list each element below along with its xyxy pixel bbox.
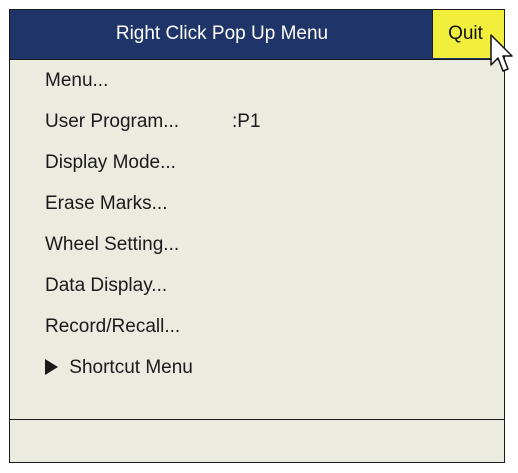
menu-item-display-mode[interactable]: Display Mode...: [10, 142, 504, 183]
menu-list: Menu... User Program... :P1 Display Mode…: [10, 60, 504, 388]
title-bar: Right Click Pop Up Menu Quit: [10, 10, 504, 60]
menu-item-label: Wheel Setting...: [45, 234, 180, 255]
menu-item-menu[interactable]: Menu...: [10, 60, 504, 101]
popup-title: Right Click Pop Up Menu: [115, 23, 329, 44]
submenu-arrow-icon: [45, 359, 58, 375]
status-bar: [10, 419, 504, 462]
menu-item-data-display[interactable]: Data Display...: [10, 265, 504, 306]
menu-item-label: Erase Marks...: [45, 193, 168, 214]
menu-item-label: Display Mode...: [45, 152, 176, 173]
menu-item-record-recall[interactable]: Record/Recall...: [10, 306, 504, 347]
menu-item-label: Shortcut Menu: [69, 357, 193, 378]
menu-item-label: Record/Recall...: [45, 316, 181, 337]
menu-item-user-program[interactable]: User Program... :P1: [10, 101, 504, 142]
menu-item-label: User Program...: [45, 111, 180, 132]
menu-item-erase-marks[interactable]: Erase Marks...: [10, 183, 504, 224]
right-click-popup-menu: Right Click Pop Up Menu Quit Menu... Use…: [9, 9, 505, 463]
user-program-value: :P1: [232, 111, 261, 132]
quit-button[interactable]: Quit: [432, 10, 504, 58]
menu-item-shortcut-menu[interactable]: Shortcut Menu: [10, 347, 504, 388]
menu-item-label: Data Display...: [45, 275, 168, 296]
menu-item-label: Menu...: [45, 70, 109, 91]
menu-item-wheel-setting[interactable]: Wheel Setting...: [10, 224, 504, 265]
